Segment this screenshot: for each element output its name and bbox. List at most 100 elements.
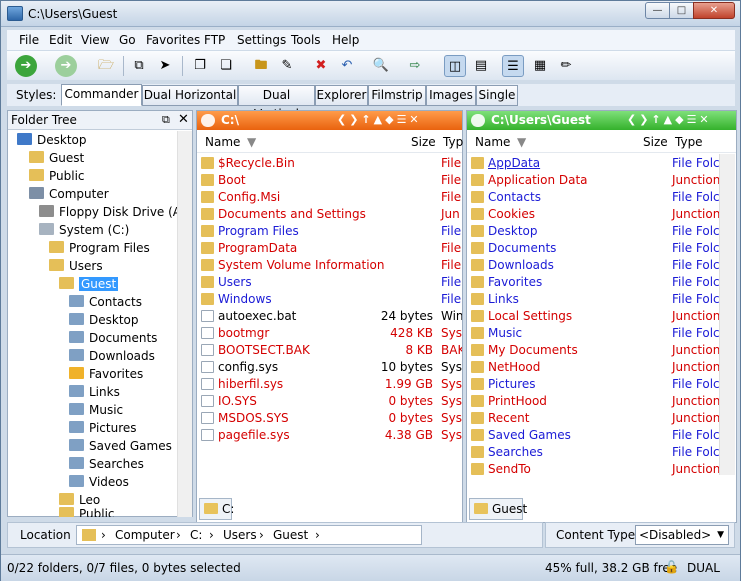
tree-close-icon[interactable]: ✕ bbox=[178, 112, 189, 127]
new-folder-icon[interactable]: 🖿 bbox=[250, 55, 272, 77]
forward-icon[interactable]: ➔ bbox=[55, 55, 77, 77]
undo-icon[interactable]: ↶ bbox=[336, 55, 358, 77]
tree-item-documents[interactable]: Documents bbox=[69, 329, 157, 347]
tree-item-system-c[interactable]: System (C:) bbox=[39, 221, 129, 239]
breadcrumb-users[interactable]: Users bbox=[223, 526, 257, 544]
style-tab-dual-vertical[interactable]: Dual Vertical bbox=[238, 85, 315, 121]
breadcrumb-c[interactable]: C: bbox=[190, 526, 202, 544]
tree-item-music[interactable]: Music bbox=[69, 401, 123, 419]
tree-item-guest-selected[interactable]: Guest bbox=[59, 275, 119, 293]
copy-icon[interactable]: ❐ bbox=[189, 55, 211, 77]
tree-item-favorites[interactable]: Favorites bbox=[69, 365, 143, 383]
tree-item-searches[interactable]: Searches bbox=[69, 455, 144, 473]
tree-item-public-partial[interactable]: Public bbox=[59, 507, 115, 517]
file-row[interactable]: MSDOS.SYS 0 bytes Syst bbox=[197, 410, 462, 427]
column-size[interactable]: Size bbox=[643, 135, 668, 149]
menu-edit[interactable]: Edit bbox=[49, 33, 72, 47]
file-row[interactable]: My Documents Junction bbox=[467, 342, 736, 359]
column-size[interactable]: Size bbox=[411, 135, 436, 149]
minimize-button[interactable]: — bbox=[645, 2, 670, 19]
tree-item-program-files[interactable]: Program Files bbox=[49, 239, 150, 257]
pane-nav-icons[interactable]: ❮❯↑▲◆☰✕ bbox=[627, 113, 712, 126]
file-row[interactable]: Config.Msi File bbox=[197, 189, 462, 206]
file-row[interactable]: IO.SYS 0 bytes Syst bbox=[197, 393, 462, 410]
file-row[interactable]: SendTo Junction bbox=[467, 461, 736, 478]
menu-view[interactable]: View bbox=[81, 33, 109, 47]
file-row[interactable]: Favorites File Folc bbox=[467, 274, 736, 291]
style-tab-single[interactable]: Single bbox=[476, 85, 518, 106]
tree-item-saved-games[interactable]: Saved Games bbox=[69, 437, 172, 455]
file-row[interactable]: Documents File Folc bbox=[467, 240, 736, 257]
menu-favorites[interactable]: Favorites bbox=[146, 33, 200, 47]
pane-nav-icons[interactable]: ❮❯↑▲◆☰✕ bbox=[337, 113, 422, 126]
file-row[interactable]: config.sys 10 bytes Syst bbox=[197, 359, 462, 376]
left-pane-tab[interactable]: C: bbox=[199, 498, 234, 520]
style-tab-commander[interactable]: Commander bbox=[61, 84, 142, 106]
file-row[interactable]: AppData File Folc bbox=[467, 155, 736, 172]
file-row[interactable]: autoexec.bat 24 bytes Win bbox=[197, 308, 462, 325]
column-name[interactable]: Name bbox=[475, 135, 510, 149]
file-row[interactable]: Desktop File Folc bbox=[467, 223, 736, 240]
file-row[interactable]: Searches File Folc bbox=[467, 444, 736, 461]
file-row[interactable]: Boot File bbox=[197, 172, 462, 189]
file-row[interactable]: Links File Folc bbox=[467, 291, 736, 308]
file-row[interactable]: Program Files File bbox=[197, 223, 462, 240]
tree-item-contacts[interactable]: Contacts bbox=[69, 293, 142, 311]
tree-item-public[interactable]: Public bbox=[29, 167, 85, 185]
undock-icon[interactable]: ⧉ bbox=[162, 113, 170, 127]
file-row[interactable]: Windows File bbox=[197, 291, 462, 308]
file-row[interactable]: Local Settings Junction bbox=[467, 308, 736, 325]
file-row[interactable]: Cookies Junction bbox=[467, 206, 736, 223]
menu-help[interactable]: Help bbox=[332, 33, 359, 47]
tree-scrollbar[interactable] bbox=[177, 131, 192, 517]
style-tab-dual-horizontal[interactable]: Dual Horizontal bbox=[142, 85, 238, 106]
file-row[interactable]: ProgramData File bbox=[197, 240, 462, 257]
file-row[interactable]: Contacts File Folc bbox=[467, 189, 736, 206]
menu-file[interactable]: File bbox=[19, 33, 39, 47]
menu-settings[interactable]: Settings bbox=[237, 33, 286, 47]
layout-mode[interactable]: DUAL bbox=[687, 561, 720, 575]
file-row[interactable]: Saved Games File Folc bbox=[467, 427, 736, 444]
paste-icon[interactable]: ❏ bbox=[215, 55, 237, 77]
column-type[interactable]: Type bbox=[675, 135, 703, 149]
back-icon[interactable]: ➔ bbox=[15, 55, 37, 77]
edit-tool-icon[interactable]: ✏ bbox=[555, 55, 577, 77]
breadcrumb-guest[interactable]: Guest bbox=[273, 526, 308, 544]
file-row[interactable]: $Recycle.Bin File bbox=[197, 155, 462, 172]
delete-icon[interactable]: ✖ bbox=[310, 55, 332, 77]
tree-item-pictures[interactable]: Pictures bbox=[69, 419, 137, 437]
tree-item-floppy[interactable]: Floppy Disk Drive (A:) bbox=[39, 203, 190, 221]
file-row[interactable]: Music File Folc bbox=[467, 325, 736, 342]
file-row[interactable]: Pictures File Folc bbox=[467, 376, 736, 393]
file-row[interactable]: BOOTSECT.BAK 8 KB BAK bbox=[197, 342, 462, 359]
tree-item-users[interactable]: Users bbox=[49, 257, 103, 275]
dual-pane-icon[interactable]: ◫ bbox=[444, 55, 466, 77]
file-row[interactable]: Recent Junction bbox=[467, 410, 736, 427]
file-row[interactable]: NetHood Junction bbox=[467, 359, 736, 376]
tree-item-downloads[interactable]: Downloads bbox=[69, 347, 155, 365]
file-row[interactable]: PrintHood Junction bbox=[467, 393, 736, 410]
style-tab-images[interactable]: Images bbox=[426, 85, 476, 106]
tree-item-computer[interactable]: Computer bbox=[29, 185, 109, 203]
menu-ftp[interactable]: FTP bbox=[204, 33, 225, 47]
right-pane-tab[interactable]: Guest bbox=[469, 498, 527, 520]
file-row[interactable]: Documents and Settings Jun bbox=[197, 206, 462, 223]
find-icon[interactable]: 🔍 bbox=[370, 55, 392, 77]
tree-item-desktop-guest[interactable]: Desktop bbox=[69, 311, 139, 329]
breadcrumb[interactable]: › Computer › C: › Users › Guest › bbox=[76, 525, 422, 545]
file-row[interactable]: Users File bbox=[197, 274, 462, 291]
tree-item-guest[interactable]: Guest bbox=[29, 149, 84, 167]
details-view-icon[interactable]: ☰ bbox=[502, 55, 524, 77]
menu-tools[interactable]: Tools bbox=[291, 33, 321, 47]
up-folder-icon[interactable]: 🗁 bbox=[95, 55, 117, 77]
style-tab-filmstrip[interactable]: Filmstrip bbox=[368, 85, 426, 106]
tree-item-videos[interactable]: Videos bbox=[69, 473, 129, 491]
rename-icon[interactable]: ✎ bbox=[276, 55, 298, 77]
sync-icon[interactable]: ⇨ bbox=[404, 55, 426, 77]
properties-icon[interactable]: ▦ bbox=[529, 55, 551, 77]
file-row[interactable]: System Volume Information File bbox=[197, 257, 462, 274]
file-row[interactable]: bootmgr 428 KB Syst bbox=[197, 325, 462, 342]
close-button[interactable]: ✕ bbox=[693, 2, 735, 19]
maximize-button[interactable]: □ bbox=[669, 2, 694, 19]
file-row[interactable]: pagefile.sys 4.38 GB Syst bbox=[197, 427, 462, 444]
